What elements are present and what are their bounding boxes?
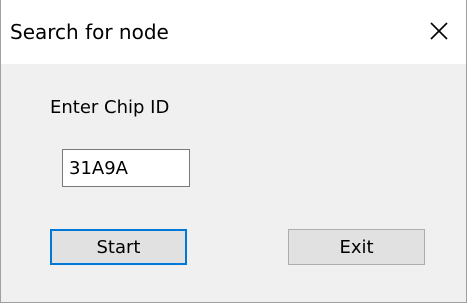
exit-button[interactable]: Exit: [288, 229, 425, 265]
close-icon: [430, 22, 448, 40]
dialog-body: Enter Chip ID Start Exit: [1, 64, 466, 302]
start-button-label: Start: [96, 236, 141, 258]
close-button[interactable]: [422, 14, 456, 48]
chip-id-label: Enter Chip ID: [50, 97, 170, 118]
start-button[interactable]: Start: [50, 229, 187, 265]
exit-button-label: Exit: [339, 236, 374, 258]
chip-id-input[interactable]: [62, 149, 190, 187]
window-title: Search for node: [10, 20, 169, 44]
dialog-window: Search for node Enter Chip ID Start Exit: [0, 0, 467, 303]
title-bar: Search for node: [1, 0, 466, 64]
